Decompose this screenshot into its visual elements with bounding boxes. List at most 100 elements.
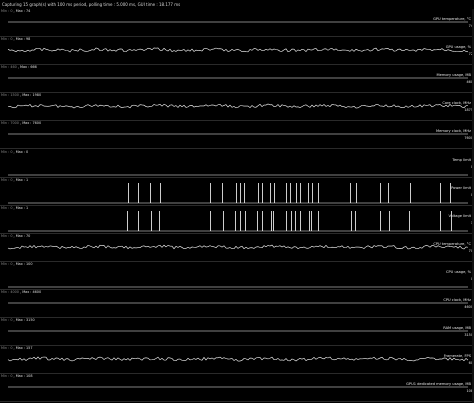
graph-range-label: Min : 0 , Max : 0 bbox=[1, 150, 28, 155]
graph-range-label: Min : 4000 , Max : 4600 bbox=[1, 290, 41, 295]
graph-pane[interactable]: Min : 0 , Max : 108 GPU1 dedicated memory… bbox=[0, 374, 474, 403]
graph-pane[interactable]: Min : 1500 , Max : 1980 Core clock, MHz 18… bbox=[0, 93, 474, 122]
graph-name: GPU temperature, °C bbox=[433, 17, 471, 21]
spike-mark bbox=[210, 210, 211, 231]
spike-mark bbox=[240, 210, 241, 231]
spike-mark bbox=[244, 182, 245, 203]
spike-mark bbox=[409, 210, 410, 231]
graph-plot bbox=[0, 244, 474, 262]
graph-plot bbox=[0, 174, 474, 178]
spike-mark bbox=[160, 182, 161, 203]
graph-min-label: Min : 0 bbox=[1, 9, 13, 13]
graph-plot bbox=[0, 47, 474, 66]
graph-name: GPU1 dedicated memory usage, MB bbox=[406, 382, 471, 387]
graph-min-label: Min : 0 bbox=[1, 37, 13, 42]
spike-mark bbox=[309, 210, 310, 231]
graph-pane[interactable]: Min : 0 , Max : 70 CPU temperature, °C 70 bbox=[0, 234, 474, 263]
graph-name: CPU temperature, °C bbox=[433, 241, 471, 246]
graph-pane[interactable]: Min : 0 , Max : 1Power limit0 bbox=[0, 178, 474, 207]
graph-range-label: Min : 0 , Max : 70 bbox=[1, 234, 30, 239]
graph-min-label: Min : 0 bbox=[1, 346, 13, 351]
graph-max-label: Max : 0 bbox=[15, 149, 29, 154]
spike-mark bbox=[308, 182, 309, 203]
graph-range-label: Min : 0 , Max : 157 bbox=[1, 346, 33, 351]
graph-name: Framerate, FPS bbox=[443, 354, 471, 359]
spike-mark bbox=[274, 182, 275, 203]
graph-plot bbox=[0, 210, 474, 234]
spike-mark bbox=[258, 182, 259, 203]
graph-line bbox=[7, 47, 469, 53]
spike-mark bbox=[291, 210, 292, 231]
spike-mark bbox=[300, 210, 301, 231]
spike-mark bbox=[138, 210, 139, 231]
graph-plot bbox=[0, 386, 474, 403]
graph-min-label: Min : 4000 bbox=[1, 290, 19, 294]
graph-pane[interactable]: Min : 0 , Max : 100CPU usage, %0 bbox=[0, 262, 474, 291]
graph-pane[interactable]: Min : 460 , Max : 666 Memory usage, MB 460 bbox=[0, 65, 474, 94]
graph-min-label: Min : 0 bbox=[1, 261, 13, 266]
spike-mark bbox=[351, 210, 352, 231]
spike-mark bbox=[286, 210, 287, 231]
graph-range-label: Min : 7000 , Max : 7600 bbox=[1, 121, 41, 126]
graph-max-label: Max : 98 bbox=[15, 37, 31, 42]
graph-plot bbox=[0, 302, 474, 318]
spike-mark bbox=[296, 182, 297, 203]
graph-range-label: Min : 1500 , Max : 1980 bbox=[1, 93, 41, 98]
graph-min-label: Min : 7000 bbox=[1, 121, 19, 126]
spike-mark bbox=[271, 210, 272, 231]
graph-plot bbox=[0, 103, 474, 122]
spike-mark bbox=[262, 210, 263, 231]
graph-min-label: Min : 0 bbox=[1, 177, 13, 182]
spike-mark bbox=[223, 210, 224, 231]
graph-pane[interactable]: Min : 0 , Max : 1Voltage limit1 bbox=[0, 206, 474, 235]
graph-min-label: Min : 1500 bbox=[1, 93, 19, 98]
spike-mark bbox=[295, 210, 296, 231]
spike-mark bbox=[240, 182, 241, 203]
spike-mark bbox=[150, 182, 151, 203]
spike-mark bbox=[355, 210, 356, 231]
graph-pane[interactable]: Min : 0 , Max : 0Temp limit0 bbox=[0, 150, 474, 179]
graph-max-label: Max : 157 bbox=[15, 346, 33, 351]
spike-mark bbox=[300, 182, 301, 203]
graph-max-label: Max : 3150 bbox=[15, 318, 35, 323]
graph-pane[interactable]: Min : 7000 , Max : 7600 Memory clock, MHz… bbox=[0, 121, 474, 150]
spike-mark bbox=[318, 210, 319, 231]
graph-max-label: Max : 1 bbox=[15, 177, 29, 182]
graph-range-label: Min : 0 , Max : 98 bbox=[1, 37, 30, 42]
graph-pane[interactable]: Min : 4000 , Max : 4600 CPU clock, MHz 460… bbox=[0, 290, 474, 319]
graph-max-label: Max : 70 bbox=[15, 233, 31, 238]
graph-line bbox=[7, 103, 469, 109]
graph-pane[interactable]: Min : 0 , Max : 3150 RAM usage, MB 3150 bbox=[0, 318, 474, 347]
graph-max-label: Max : 100 bbox=[15, 261, 33, 266]
graph-plot bbox=[0, 330, 474, 347]
graph-name: RAM usage, MB bbox=[443, 326, 471, 331]
graph-min-label: Min : 0 bbox=[1, 233, 13, 238]
spike-mark bbox=[127, 210, 128, 231]
spike-mark bbox=[318, 182, 319, 203]
graph-plot bbox=[0, 77, 474, 94]
spike-mark bbox=[270, 182, 271, 203]
graph-pane[interactable]: Min : 0 , Max : 74 GPU temperature, °C 74 bbox=[0, 9, 474, 38]
graph-max-label: Max : 666 bbox=[20, 65, 37, 70]
spike-mark bbox=[245, 210, 246, 231]
graph-pane[interactable]: Min : 0 , Max : 157 Framerate, FPS 60 bbox=[0, 346, 474, 375]
spike-mark bbox=[440, 210, 441, 231]
spike-mark bbox=[380, 210, 381, 231]
spike-mark bbox=[312, 182, 313, 203]
graph-name: GPU usage, % bbox=[445, 45, 471, 50]
graph-range-label: Min : 0 , Max : 108 bbox=[1, 374, 33, 379]
spike-mark bbox=[236, 182, 237, 203]
graph-line bbox=[7, 356, 469, 362]
spike-mark bbox=[380, 182, 381, 203]
graph-pane[interactable]: Min : 0 , Max : 98 GPU usage, % 72 bbox=[0, 37, 474, 66]
spike-mark bbox=[273, 210, 274, 231]
graph-min-label: Min : 0 bbox=[1, 374, 13, 379]
graph-range-label: Min : 0 , Max : 1 bbox=[1, 178, 28, 183]
spike-mark bbox=[440, 182, 441, 203]
graphs-area[interactable]: Min : 0 , Max : 74 GPU temperature, °C 74 M… bbox=[0, 9, 474, 403]
graph-plot bbox=[0, 21, 474, 37]
spike-mark bbox=[222, 182, 223, 203]
spike-mark bbox=[159, 210, 160, 231]
graph-plot bbox=[0, 134, 474, 150]
spike-mark bbox=[235, 210, 236, 231]
